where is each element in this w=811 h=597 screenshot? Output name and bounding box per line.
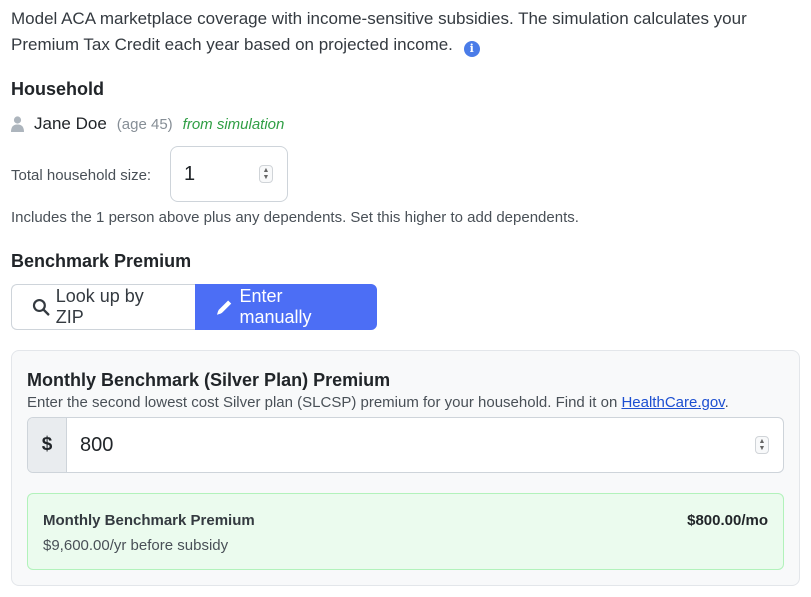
- member-source: from simulation: [182, 115, 285, 133]
- benchmark-desc-suffix: .: [724, 394, 729, 411]
- stepper-down-icon[interactable]: ▼: [263, 174, 270, 181]
- household-member: Jane Doe (age 45) from simulation: [11, 114, 284, 134]
- member-age: (age 45): [116, 115, 173, 133]
- stepper-up-icon[interactable]: ▲: [759, 438, 766, 445]
- stepper-up-icon[interactable]: ▲: [263, 167, 270, 174]
- enter-manually-button[interactable]: Enter manually: [195, 284, 377, 330]
- lookup-zip-button[interactable]: Look up by ZIP: [11, 284, 195, 330]
- person-icon: [11, 116, 24, 132]
- household-size-stepper[interactable]: ▲ ▼: [259, 165, 273, 183]
- benchmark-amount-stepper[interactable]: ▲ ▼: [755, 436, 769, 454]
- benchmark-desc-text: Enter the second lowest cost Silver plan…: [27, 394, 622, 411]
- intro-text: Model ACA marketplace coverage with inco…: [11, 6, 801, 58]
- healthcare-gov-link[interactable]: HealthCare.gov: [621, 394, 724, 411]
- household-size-help: Includes the 1 person above plus any dep…: [11, 209, 579, 226]
- benchmark-summary-card: Monthly Benchmark Premium $800.00/mo $9,…: [27, 493, 784, 570]
- enter-manually-label: Enter manually: [239, 286, 312, 327]
- currency-prefix: $: [28, 418, 67, 472]
- household-size-label: Total household size:: [11, 167, 152, 184]
- stepper-down-icon[interactable]: ▼: [759, 445, 766, 452]
- benchmark-title: Benchmark Premium: [11, 251, 192, 271]
- member-name: Jane Doe: [34, 114, 107, 133]
- pencil-icon: [216, 300, 232, 315]
- summary-label: Monthly Benchmark Premium: [43, 512, 255, 529]
- benchmark-panel-title: Monthly Benchmark (Silver Plan) Premium: [27, 370, 391, 390]
- household-size-value: 1: [184, 162, 196, 185]
- household-title: Household: [11, 79, 104, 99]
- benchmark-manual-panel: Monthly Benchmark (Silver Plan) Premium …: [11, 350, 800, 586]
- summary-annual-value: $9,600.00/yr before subsidy: [43, 537, 229, 554]
- benchmark-mode-toggle: Look up by ZIP Enter manually: [11, 284, 377, 330]
- search-icon: [32, 299, 50, 316]
- info-icon[interactable]: i: [463, 41, 480, 57]
- lookup-zip-label: Look up by ZIP: [55, 286, 144, 327]
- household-size-input[interactable]: 1 ▲ ▼: [170, 146, 288, 202]
- benchmark-amount-value: 800: [80, 433, 114, 456]
- intro-description: Model ACA marketplace coverage with inco…: [11, 9, 747, 54]
- benchmark-premium-input[interactable]: $ 800 ▲ ▼: [27, 417, 784, 473]
- benchmark-panel-description: Enter the second lowest cost Silver plan…: [27, 394, 729, 411]
- benchmark-amount-field[interactable]: 800 ▲ ▼: [67, 418, 783, 472]
- summary-monthly-value: $800.00/mo: [687, 512, 768, 529]
